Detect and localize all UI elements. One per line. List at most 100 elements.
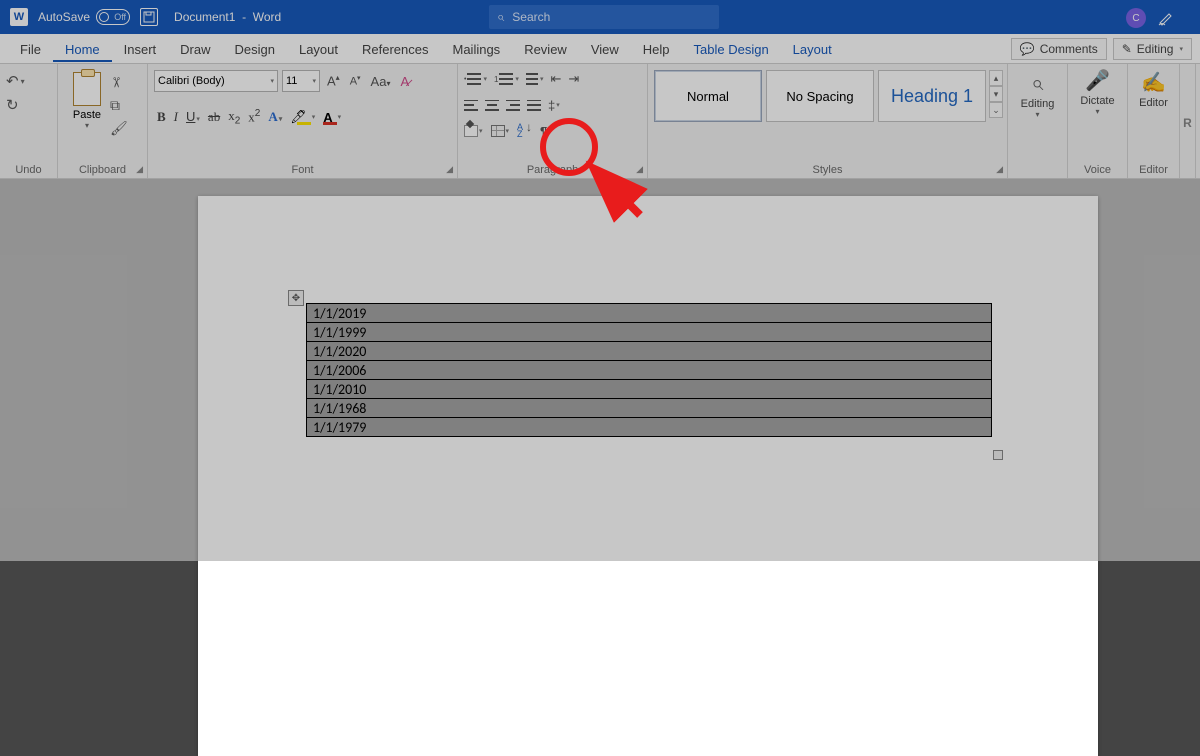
title-bar: W AutoSave Off Document1 - Word ⌕ Search… <box>0 0 1200 34</box>
increase-indent-button[interactable]: ⇥ <box>568 71 579 87</box>
menu-tabs: File Home Insert Draw Design Layout Refe… <box>8 36 844 62</box>
styles-gallery-nav[interactable]: ▴ ▾ ⌄ <box>989 70 1003 118</box>
tab-help[interactable]: Help <box>631 36 682 62</box>
font-dialog-launcher[interactable]: ◢ <box>446 164 453 175</box>
tab-table-layout[interactable]: Layout <box>781 36 844 62</box>
strikethrough-button[interactable]: ab <box>208 109 220 125</box>
gallery-more-button[interactable]: ⌄ <box>989 102 1003 118</box>
tab-draw[interactable]: Draw <box>168 36 222 62</box>
tab-mailings[interactable]: Mailings <box>441 36 513 62</box>
save-icon[interactable] <box>140 8 158 26</box>
align-center-button[interactable] <box>485 100 499 111</box>
show-paragraph-marks-button[interactable]: ¶ <box>540 124 547 139</box>
group-collapsed-reuse[interactable]: R <box>1180 64 1196 178</box>
tab-review[interactable]: Review <box>512 36 579 62</box>
search-box[interactable]: ⌕ Search <box>489 5 719 29</box>
document-area[interactable]: ✥ 1/1/2019 1/1/1999 1/1/2020 1/1/2006 1/… <box>0 179 1200 561</box>
editor-pen-icon[interactable]: ✍ <box>1141 70 1166 95</box>
tab-view[interactable]: View <box>579 36 631 62</box>
tab-table-design[interactable]: Table Design <box>682 36 781 62</box>
table-cell[interactable]: 1/1/1979 <box>307 418 992 437</box>
bullets-button[interactable]: •▾ <box>464 73 487 85</box>
table-row[interactable]: 1/1/2010 <box>307 380 992 399</box>
microphone-icon[interactable]: 🎤 <box>1085 68 1110 93</box>
autosave-state: Off <box>114 12 126 22</box>
shading-button[interactable]: ▾ <box>464 125 483 137</box>
table-cell[interactable]: 1/1/2019 <box>307 304 992 323</box>
tab-home[interactable]: Home <box>53 36 112 62</box>
style-normal[interactable]: Normal <box>654 70 762 122</box>
find-icon[interactable]: ⌕ <box>1031 70 1043 96</box>
ink-icon[interactable] <box>1156 8 1176 28</box>
toggle-pill[interactable]: Off <box>96 9 130 25</box>
undo-button[interactable]: ↶▾ <box>6 72 51 90</box>
increase-font-button[interactable]: A▴ <box>324 73 343 88</box>
voice-group-label: Voice <box>1068 164 1127 176</box>
text-effects-button[interactable]: A▾ <box>268 109 282 125</box>
underline-button[interactable]: U▾ <box>186 109 200 125</box>
table-row[interactable]: 1/1/2020 <box>307 342 992 361</box>
table-row[interactable]: 1/1/2019 <box>307 304 992 323</box>
table-cell[interactable]: 1/1/2006 <box>307 361 992 380</box>
editing-mode-button[interactable]: ✎ Editing ▾ <box>1113 38 1192 60</box>
bold-button[interactable]: B <box>157 109 166 125</box>
superscript-button[interactable]: x2 <box>248 108 260 125</box>
styles-gallery[interactable]: Normal No Spacing Heading 1 <box>654 70 986 122</box>
numbering-button[interactable]: 1▾ <box>494 73 519 85</box>
document-table[interactable]: 1/1/2019 1/1/1999 1/1/2020 1/1/2006 1/1/… <box>306 303 992 437</box>
styles-dialog-launcher[interactable]: ◢ <box>996 164 1003 175</box>
align-right-button[interactable] <box>506 100 520 111</box>
undo-group-label: Undo <box>0 164 57 176</box>
autosave-toggle[interactable]: AutoSave Off <box>38 9 130 25</box>
change-case-button[interactable]: Aa▾ <box>368 74 394 89</box>
justify-button[interactable] <box>527 100 541 111</box>
clipboard-dialog-launcher[interactable]: ◢ <box>136 164 143 175</box>
tab-design[interactable]: Design <box>223 36 287 62</box>
subscript-button[interactable]: x2 <box>228 108 240 127</box>
align-left-button[interactable] <box>464 100 478 111</box>
font-name-select[interactable]: Calibri (Body) ▾ <box>154 70 278 92</box>
tab-layout[interactable]: Layout <box>287 36 350 62</box>
multilevel-list-button[interactable]: ▾ <box>526 73 544 85</box>
line-spacing-button[interactable]: ‡▾ <box>548 98 560 113</box>
table-cell[interactable]: 1/1/1968 <box>307 399 992 418</box>
table-row[interactable]: 1/1/1968 <box>307 399 992 418</box>
editing-group-button-label: Editing <box>1021 98 1055 110</box>
table-row[interactable]: 1/1/1999 <box>307 323 992 342</box>
cut-button[interactable]: ✂ <box>110 74 128 91</box>
font-size-select[interactable]: 11 ▾ <box>282 70 320 92</box>
tab-file[interactable]: File <box>8 36 53 62</box>
paste-button[interactable]: Paste ▾ <box>64 68 110 178</box>
clipboard-group-label: Clipboard <box>58 164 147 176</box>
italic-button[interactable]: I <box>174 109 178 125</box>
clear-formatting-button[interactable]: A̷ <box>397 74 412 89</box>
font-color-button[interactable]: A▾ <box>323 110 341 125</box>
format-painter-button[interactable]: 🖌 <box>110 120 128 137</box>
table-cell[interactable]: 1/1/1999 <box>307 323 992 342</box>
table-row[interactable]: 1/1/1979 <box>307 418 992 437</box>
table-cell[interactable]: 1/1/2020 <box>307 342 992 361</box>
document-page[interactable]: ✥ 1/1/2019 1/1/1999 1/1/2020 1/1/2006 1/… <box>198 196 1098 756</box>
table-resize-handle[interactable] <box>993 450 1003 460</box>
comments-button[interactable]: 💬 Comments <box>1011 38 1107 60</box>
highlight-button[interactable]: 🖊▾ <box>290 109 315 125</box>
sort-button[interactable]: AZ↓ <box>517 124 532 138</box>
tab-references[interactable]: References <box>350 36 440 62</box>
redo-button[interactable]: ↻ <box>6 96 51 114</box>
style-no-spacing[interactable]: No Spacing <box>766 70 874 122</box>
table-row[interactable]: 1/1/2006 <box>307 361 992 380</box>
gallery-down-button[interactable]: ▾ <box>989 86 1003 102</box>
gallery-up-button[interactable]: ▴ <box>989 70 1003 86</box>
paragraph-dialog-launcher[interactable]: ◢ <box>636 164 643 175</box>
comment-icon: 💬 <box>1020 42 1035 56</box>
decrease-indent-button[interactable]: ⇤ <box>550 71 561 87</box>
user-avatar[interactable]: C <box>1126 8 1146 28</box>
decrease-font-button[interactable]: A▾ <box>347 74 364 88</box>
table-cell[interactable]: 1/1/2010 <box>307 380 992 399</box>
tab-insert[interactable]: Insert <box>112 36 169 62</box>
style-heading-1[interactable]: Heading 1 <box>878 70 986 122</box>
borders-button[interactable]: ▾ <box>491 125 510 137</box>
menubar-right: 💬 Comments ✎ Editing ▾ <box>1011 38 1192 60</box>
copy-button[interactable]: ⧉ <box>110 97 128 114</box>
table-move-handle[interactable]: ✥ <box>288 290 304 306</box>
